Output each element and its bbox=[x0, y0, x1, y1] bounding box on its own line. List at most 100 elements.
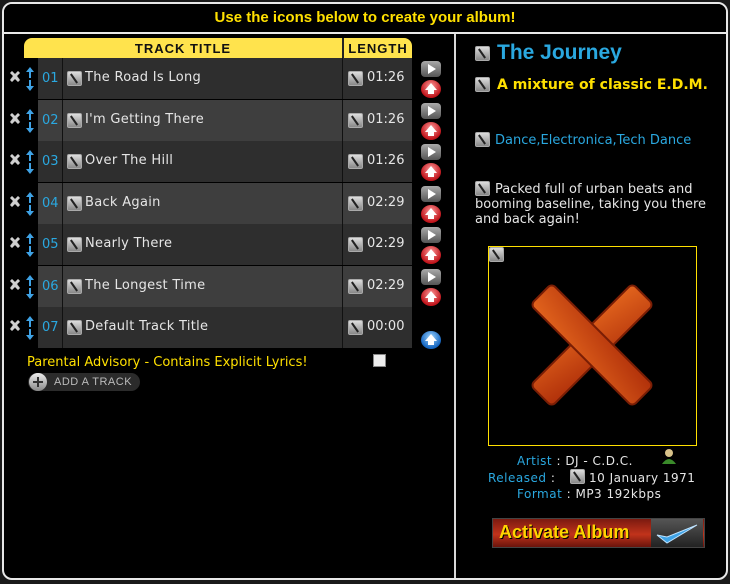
play-track-icon[interactable] bbox=[421, 268, 441, 285]
add-track-label: ADD A TRACK bbox=[54, 376, 133, 388]
delete-track-icon[interactable] bbox=[9, 71, 21, 83]
edit-track-length-icon[interactable] bbox=[348, 195, 363, 211]
track-number: 01 bbox=[42, 71, 59, 86]
album-genre: Dance,Electronica,Tech Dance bbox=[495, 133, 692, 148]
reorder-arrows-icon[interactable] bbox=[25, 233, 35, 257]
play-track-icon[interactable] bbox=[421, 144, 441, 160]
track-number: 03 bbox=[42, 154, 59, 169]
track-title: I'm Getting There bbox=[85, 111, 205, 127]
edit-track-length-icon[interactable] bbox=[348, 154, 363, 169]
track-row: 04 Back Again 02:29 bbox=[4, 182, 456, 224]
edit-track-length-icon[interactable] bbox=[348, 278, 363, 294]
released-value-wrap: 10 January 1971 bbox=[589, 471, 695, 485]
track-title: The Road Is Long bbox=[85, 70, 202, 85]
track-row: 06 The Longest Time 02:29 bbox=[4, 265, 456, 307]
play-track-icon[interactable] bbox=[421, 227, 441, 243]
reorder-arrows-icon[interactable] bbox=[25, 274, 35, 299]
parental-advisory-checkbox[interactable] bbox=[373, 354, 386, 367]
track-length: 02:29 bbox=[367, 277, 405, 293]
activate-album-button[interactable]: Activate Album bbox=[492, 518, 705, 548]
track-length: 02:29 bbox=[367, 236, 405, 251]
track-number: 04 bbox=[42, 195, 59, 211]
artist-label: Artist bbox=[517, 454, 553, 468]
track-length: 01:26 bbox=[367, 111, 405, 127]
format-label: Format bbox=[517, 487, 563, 501]
track-number: 05 bbox=[42, 237, 59, 252]
track-title: Default Track Title bbox=[85, 319, 209, 334]
track-title: The Longest Time bbox=[85, 277, 206, 293]
play-track-icon[interactable] bbox=[421, 185, 441, 202]
reorder-arrows-icon[interactable] bbox=[25, 108, 35, 133]
album-cover bbox=[488, 246, 697, 446]
instruction-text: Use the icons below to create your album… bbox=[214, 9, 516, 26]
track-title: Back Again bbox=[85, 194, 161, 210]
edit-track-length-icon[interactable] bbox=[348, 112, 363, 128]
track-length: 01:26 bbox=[367, 153, 405, 168]
reorder-arrows-icon[interactable] bbox=[25, 191, 35, 216]
activate-album-label: Activate Album bbox=[499, 522, 630, 542]
no-image-icon bbox=[531, 284, 653, 406]
user-icon[interactable] bbox=[661, 448, 677, 464]
reorder-arrows-icon[interactable] bbox=[25, 316, 35, 340]
header-bar: Use the icons below to create your album… bbox=[4, 4, 726, 34]
released-label: Released bbox=[488, 471, 547, 485]
edit-track-title-icon[interactable] bbox=[67, 278, 82, 294]
edit-track-length-icon[interactable] bbox=[348, 320, 363, 335]
column-header-title: TRACK TITLE bbox=[134, 41, 232, 56]
reorder-arrows-icon[interactable] bbox=[25, 67, 35, 91]
upload-track-icon[interactable] bbox=[421, 80, 441, 98]
track-title: Nearly There bbox=[85, 236, 173, 251]
edit-track-title-icon[interactable] bbox=[67, 320, 82, 335]
edit-track-length-icon[interactable] bbox=[348, 237, 363, 252]
play-track-icon[interactable] bbox=[421, 61, 441, 77]
delete-track-icon[interactable] bbox=[9, 320, 21, 332]
track-row: 03 Over The Hill 01:26 bbox=[4, 141, 456, 182]
track-row: 01 The Road Is Long 01:26 bbox=[4, 58, 456, 99]
artist-info: Artist : DJ - C.D.C. bbox=[517, 454, 633, 468]
edit-track-title-icon[interactable] bbox=[67, 71, 82, 86]
released-info: Released : bbox=[488, 471, 556, 485]
column-header-length: LENGTH bbox=[348, 41, 408, 56]
track-number: 07 bbox=[42, 320, 59, 335]
upload-track-icon[interactable] bbox=[421, 246, 441, 264]
track-row: 02 I'm Getting There 01:26 bbox=[4, 99, 456, 141]
album-subtitle: A mixture of classic E.D.M. bbox=[497, 77, 708, 93]
track-row: 05 Nearly There 02:29 bbox=[4, 224, 456, 265]
checkmark-icon bbox=[651, 519, 703, 547]
delete-track-icon[interactable] bbox=[9, 195, 21, 208]
format-value: MP3 192kbps bbox=[575, 487, 662, 501]
track-title: Over The Hill bbox=[85, 153, 174, 168]
parental-advisory-label: Parental Advisory - Contains Explicit Ly… bbox=[27, 355, 308, 370]
edit-track-title-icon[interactable] bbox=[67, 237, 82, 252]
plus-icon bbox=[29, 373, 47, 391]
delete-track-icon[interactable] bbox=[9, 112, 21, 125]
edit-track-title-icon[interactable] bbox=[67, 154, 82, 169]
upload-track-icon[interactable] bbox=[421, 204, 441, 223]
upload-track-icon[interactable] bbox=[421, 163, 441, 181]
delete-track-icon[interactable] bbox=[9, 278, 21, 291]
album-description: Packed full of urban beats and booming b… bbox=[475, 182, 707, 227]
play-track-icon[interactable] bbox=[421, 102, 441, 119]
artist-value: DJ - C.D.C. bbox=[565, 454, 633, 468]
add-track-button[interactable]: ADD A TRACK bbox=[28, 373, 140, 391]
edit-title-icon[interactable] bbox=[475, 46, 490, 61]
album-editor-frame: Use the icons below to create your album… bbox=[2, 2, 728, 580]
upload-track-icon[interactable] bbox=[421, 287, 441, 306]
format-info: Format : MP3 192kbps bbox=[517, 487, 662, 501]
edit-track-title-icon[interactable] bbox=[67, 195, 82, 211]
delete-track-icon[interactable] bbox=[9, 154, 21, 166]
edit-track-title-icon[interactable] bbox=[67, 112, 82, 128]
edit-track-length-icon[interactable] bbox=[348, 71, 363, 86]
upload-track-icon[interactable] bbox=[421, 121, 441, 140]
track-length: 00:00 bbox=[367, 319, 405, 334]
track-table-header: TRACK TITLE LENGTH bbox=[24, 38, 412, 58]
track-number: 06 bbox=[42, 278, 59, 294]
delete-track-icon[interactable] bbox=[9, 237, 21, 249]
reorder-arrows-icon[interactable] bbox=[25, 150, 35, 174]
track-length: 02:29 bbox=[367, 194, 405, 210]
upload-track-icon[interactable] bbox=[421, 331, 441, 349]
released-value: 10 January 1971 bbox=[589, 471, 696, 485]
edit-release-date-icon[interactable] bbox=[570, 469, 585, 484]
track-number: 02 bbox=[42, 112, 59, 128]
track-length: 01:26 bbox=[367, 70, 405, 85]
